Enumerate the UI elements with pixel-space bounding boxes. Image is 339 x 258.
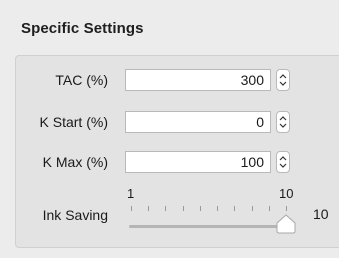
ink-saving-slider-track[interactable]: [129, 225, 289, 228]
tac-label: TAC (%): [55, 72, 108, 88]
slider-tick: [251, 206, 253, 211]
slider-tick: [182, 206, 184, 211]
slider-min-label: 1: [127, 186, 135, 201]
ink-saving-label: Ink Saving: [42, 207, 108, 223]
slider-tick: [286, 206, 287, 211]
stepper-arrows-icon: [279, 116, 287, 128]
slider-max-label: 10: [279, 186, 294, 201]
stepper-arrows-icon: [279, 156, 287, 168]
k-start-input[interactable]: 0: [125, 111, 271, 133]
tac-input[interactable]: 300: [125, 69, 271, 91]
slider-tick: [131, 206, 132, 211]
k-max-input[interactable]: 100: [125, 151, 271, 173]
slider-tick: [199, 206, 201, 211]
slider-tick: [268, 206, 270, 211]
k-max-stepper[interactable]: [276, 151, 290, 173]
tac-stepper[interactable]: [276, 69, 290, 91]
stepper-arrows-icon: [279, 74, 287, 86]
ink-saving-value: 10: [313, 206, 329, 222]
k-max-label: K Max (%): [42, 154, 108, 170]
k-start-stepper[interactable]: [276, 111, 290, 133]
k-start-label: K Start (%): [39, 114, 108, 130]
slider-tick: [148, 206, 150, 211]
section-title: Specific Settings: [21, 20, 144, 37]
ink-saving-slider-thumb[interactable]: [276, 214, 296, 239]
slider-tick: [234, 206, 236, 211]
slider-thumb-icon: [276, 214, 296, 234]
slider-tick: [165, 206, 167, 211]
slider-tick: [217, 206, 219, 211]
specific-settings-panel: Specific Settings TAC (%) 300 K Start (%…: [0, 0, 339, 258]
